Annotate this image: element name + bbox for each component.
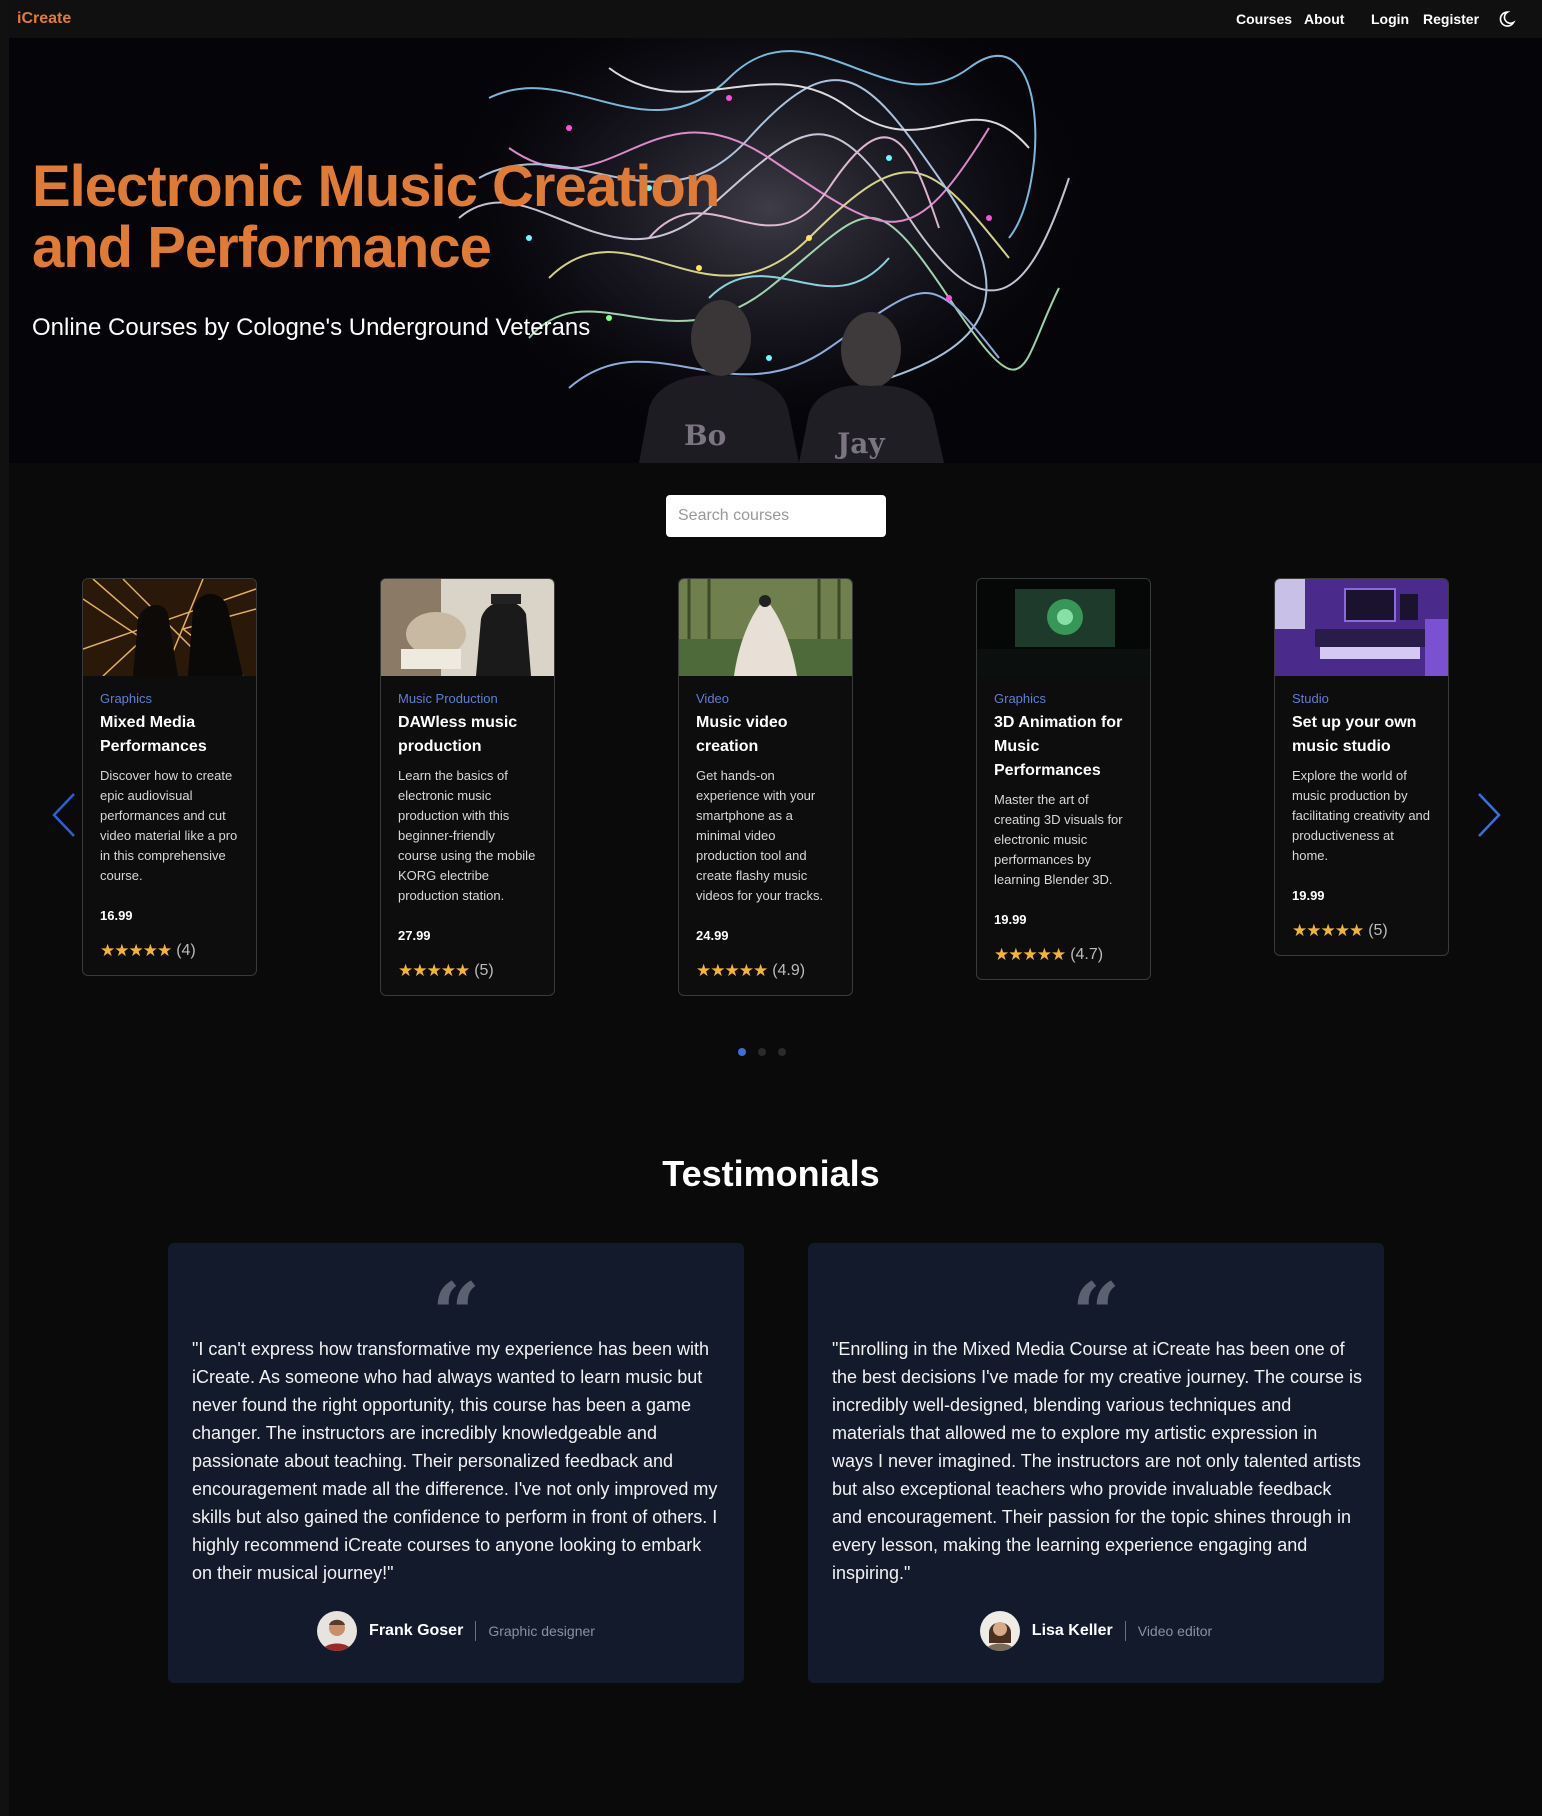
course-description: Explore the world of music production by… xyxy=(1292,768,1431,863)
carousel-dot-active[interactable] xyxy=(738,1048,746,1056)
quote-icon: “ xyxy=(1071,1269,1121,1329)
rating-value: (5) xyxy=(474,962,494,979)
course-category: Graphics xyxy=(994,691,1047,706)
page: iCreate Courses About Login Register Bo … xyxy=(0,0,1542,1816)
carousel-dot[interactable] xyxy=(758,1048,766,1056)
course-price: 19.99 xyxy=(1292,888,1325,903)
quote-icon: “ xyxy=(431,1269,481,1329)
star-rating-icon: ★★★★★ xyxy=(398,961,470,980)
nav-login-link[interactable]: Login xyxy=(1371,11,1409,27)
author-divider xyxy=(1124,1621,1126,1641)
avatar xyxy=(317,1611,358,1651)
course-title[interactable]: Mixed Media Performances xyxy=(100,711,239,759)
rating-value: (4.7) xyxy=(1070,946,1104,963)
author-name: Frank Goser xyxy=(369,1622,464,1639)
course-price: 27.99 xyxy=(398,928,431,943)
shirt-text-left: Bo xyxy=(684,419,726,452)
course-title[interactable]: Music video creation xyxy=(696,711,835,759)
star-rating-icon: ★★★★★ xyxy=(696,961,768,980)
author-divider xyxy=(475,1621,477,1641)
search-placeholder: Search courses xyxy=(678,507,790,524)
course-title[interactable]: DAWless music production xyxy=(398,711,537,759)
course-price: 19.99 xyxy=(994,912,1027,927)
course-category: Music Production xyxy=(398,691,498,706)
course-category: Video xyxy=(696,691,730,706)
carousel-pagination xyxy=(738,1048,798,1056)
testimonial-card: “ "Enrolling in the Mixed Media Course a… xyxy=(808,1243,1384,1683)
brand-logo[interactable]: iCreate xyxy=(17,10,71,28)
course-category: Graphics xyxy=(100,691,153,706)
course-rating: ★★★★★ (4) xyxy=(100,941,239,961)
nav-about-link[interactable]: About xyxy=(1304,11,1344,27)
author-role: Graphic designer xyxy=(488,1623,595,1639)
testimonial-text: "Enrolling in the Mixed Media Course at … xyxy=(832,1339,1363,1583)
course-rating: ★★★★★ (4.7) xyxy=(994,945,1133,965)
course-card[interactable]: Video Music video creation Get hands-on … xyxy=(678,578,853,996)
course-card[interactable]: Studio Set up your own music studio Expl… xyxy=(1274,578,1449,956)
course-description: Master the art of creating 3D visuals fo… xyxy=(994,792,1123,887)
course-rating: ★★★★★ (5) xyxy=(398,961,537,981)
carousel-prev-arrow-icon[interactable] xyxy=(50,790,80,840)
course-card[interactable]: Music Production DAWless music productio… xyxy=(380,578,555,996)
course-category: Studio xyxy=(1292,691,1329,706)
search-input[interactable]: Search courses xyxy=(666,495,886,537)
navbar: iCreate Courses About Login Register xyxy=(9,0,1542,38)
testimonial-text: "I can't express how transformative my e… xyxy=(192,1339,718,1583)
course-title[interactable]: Set up your own music studio xyxy=(1292,711,1431,759)
rating-value: (5) xyxy=(1368,922,1388,939)
testimonial-author: Lisa Keller Video editor xyxy=(808,1611,1384,1651)
course-thumbnail xyxy=(83,579,256,676)
course-thumbnail xyxy=(679,579,852,676)
course-price: 24.99 xyxy=(696,928,729,943)
testimonials-heading: Testimonials xyxy=(662,1153,880,1194)
testimonial-card: “ "I can't express how transformative my… xyxy=(168,1243,744,1683)
carousel-next-arrow-icon[interactable] xyxy=(1473,790,1503,840)
course-thumbnail xyxy=(1275,579,1448,676)
course-description: Learn the basics of electronic music pro… xyxy=(398,768,536,903)
course-description: Get hands-on experience with your smartp… xyxy=(696,768,824,903)
rating-value: (4) xyxy=(176,942,196,959)
avatar xyxy=(979,1611,1020,1651)
rating-value: (4.9) xyxy=(772,962,806,979)
nav-courses-link[interactable]: Courses xyxy=(1236,11,1292,27)
course-thumbnail xyxy=(977,579,1150,676)
star-rating-icon: ★★★★★ xyxy=(1292,921,1364,940)
moon-icon[interactable] xyxy=(1499,9,1519,29)
course-description: Discover how to create epic audiovisual … xyxy=(100,768,238,883)
nav-register-link[interactable]: Register xyxy=(1423,11,1479,27)
shirt-text-right: Jay xyxy=(834,427,885,460)
course-rating: ★★★★★ (4.9) xyxy=(696,961,835,981)
hero-subtitle: Online Courses by Cologne's Underground … xyxy=(32,314,591,341)
course-card[interactable]: Graphics Mixed Media Performances Discov… xyxy=(82,578,257,976)
carousel-dot[interactable] xyxy=(778,1048,786,1056)
hero-title: Electronic Music Creation and Performanc… xyxy=(32,154,720,280)
author-name: Lisa Keller xyxy=(1031,1622,1113,1639)
course-rating: ★★★★★ (5) xyxy=(1292,921,1431,941)
author-role: Video editor xyxy=(1137,1623,1213,1639)
course-card[interactable]: Graphics 3D Animation for Music Performa… xyxy=(976,578,1151,980)
course-title[interactable]: 3D Animation for Music Performances xyxy=(994,711,1133,783)
course-price: 16.99 xyxy=(100,908,133,923)
testimonial-author: Frank Goser Graphic designer xyxy=(168,1611,744,1651)
course-thumbnail xyxy=(381,579,554,676)
star-rating-icon: ★★★★★ xyxy=(100,941,172,960)
hero-banner: Bo Jay Electronic Music Creation and Per… xyxy=(9,38,1542,463)
left-edge xyxy=(0,0,9,1816)
star-rating-icon: ★★★★★ xyxy=(994,945,1066,964)
